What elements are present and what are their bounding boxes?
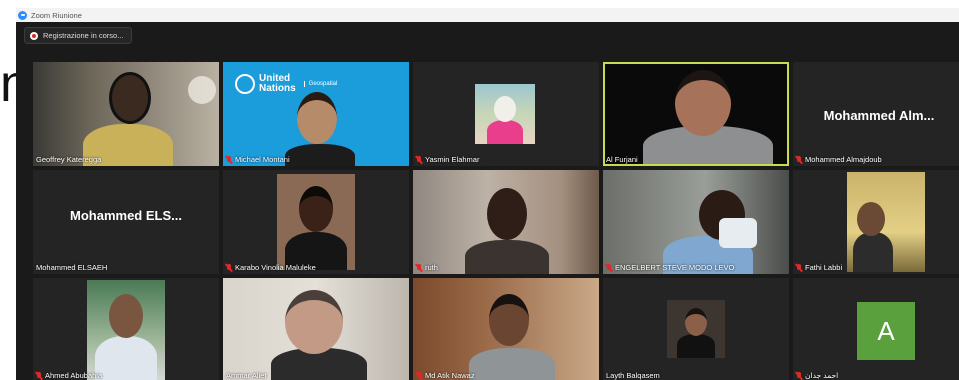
video-feed — [603, 170, 789, 274]
person-head — [109, 72, 151, 124]
participant-label: Layth Balqasem — [606, 371, 660, 380]
zoom-app-icon — [18, 10, 27, 20]
participant-tile-active-speaker[interactable]: Al Furjani — [603, 62, 789, 166]
window-title: Zoom Riunione — [31, 10, 82, 20]
mic-muted-icon — [416, 263, 422, 272]
participant-tile[interactable]: ruth — [413, 170, 599, 274]
video-feed — [847, 172, 925, 272]
participant-label: Fathi Labbi — [796, 263, 842, 272]
person-body — [469, 348, 555, 380]
person-body — [853, 232, 893, 272]
participant-tile[interactable]: Geoffrey Kateregga — [33, 62, 219, 166]
mic-muted-icon — [606, 263, 612, 272]
video-feed — [605, 64, 787, 164]
person-head — [857, 202, 885, 236]
mic-muted-icon — [796, 371, 802, 380]
mic-muted-icon — [226, 263, 232, 272]
video-feed: United Nations Geospatial — [223, 62, 409, 166]
person-head — [297, 92, 337, 144]
participant-tile[interactable]: United Nations Geospatial Michael Montani — [223, 62, 409, 166]
mic-muted-icon — [796, 155, 802, 164]
participant-label: Al Furjani — [606, 155, 638, 164]
participant-label: Geoffrey Kateregga — [36, 155, 102, 164]
title-bar: Zoom Riunione — [16, 8, 959, 22]
video-feed — [413, 278, 599, 380]
un-emblem-icon — [235, 74, 255, 94]
participant-label: Mohammed Almajdoub — [796, 155, 882, 164]
person-body — [465, 240, 549, 274]
participant-label: Ammar Allet — [226, 371, 267, 380]
person-head — [675, 70, 731, 136]
video-feed — [413, 170, 599, 274]
profile-photo — [667, 300, 725, 358]
participant-tile[interactable]: Ahmed Abubahia — [33, 278, 219, 380]
avatar-letter: A — [857, 302, 915, 360]
person-head — [685, 308, 707, 336]
participant-label: Ahmed Abubahia — [36, 371, 102, 380]
participant-label: ruth — [416, 263, 438, 272]
recording-label: Registrazione in corso... — [43, 31, 124, 40]
record-icon — [30, 31, 38, 40]
mic-muted-icon — [796, 263, 802, 272]
person-body — [95, 336, 157, 380]
participant-label: Karabo Vinolia Maluleke — [226, 263, 316, 272]
video-feed — [223, 278, 409, 380]
video-feed — [33, 62, 219, 166]
participant-gallery: Geoffrey Kateregga United Nations Geospat… — [33, 62, 959, 380]
participant-label: Yasmin Elahmar — [416, 155, 479, 164]
person-head — [487, 188, 527, 240]
participant-tile[interactable]: Yasmin Elahmar — [413, 62, 599, 166]
participant-tile[interactable]: Fathi Labbi — [793, 170, 959, 274]
mic-muted-icon — [416, 371, 422, 380]
participant-label: Md Atik Nawaz — [416, 371, 475, 380]
zoom-window: Zoom Riunione Registrazione in corso... … — [16, 8, 959, 380]
mic-muted-icon — [226, 155, 232, 164]
participant-name-display: Mohammed ELS... — [70, 208, 182, 223]
participant-label: ENGELBERT STEVE MODO LEVO — [606, 263, 734, 272]
participant-name-display: Mohammed Alm... — [823, 108, 935, 123]
video-feed — [87, 280, 165, 380]
participant-tile[interactable]: Mohammed ELS... Mohammed ELSAEH — [33, 170, 219, 274]
participant-tile[interactable]: A احمد جدان — [793, 278, 959, 380]
video-feed — [277, 174, 355, 270]
person-head — [494, 96, 516, 122]
person-head — [299, 186, 333, 232]
drinking-cup — [719, 218, 757, 248]
mic-muted-icon — [416, 155, 422, 164]
recording-indicator[interactable]: Registrazione in corso... — [24, 27, 133, 44]
participant-tile[interactable]: ENGELBERT STEVE MODO LEVO — [603, 170, 789, 274]
participant-tile[interactable]: Mohammed Alm... Mohammed Almajdoub — [793, 62, 959, 166]
person-body — [487, 120, 523, 144]
person-head — [489, 294, 529, 346]
lamp-glow — [188, 76, 216, 104]
participant-tile[interactable]: Md Atik Nawaz — [413, 278, 599, 380]
participant-label: احمد جدان — [796, 371, 838, 380]
participant-label: Michael Montani — [226, 155, 290, 164]
person-body — [677, 334, 715, 358]
profile-photo — [475, 84, 535, 144]
person-head — [109, 294, 143, 338]
participant-tile[interactable]: Ammar Allet — [223, 278, 409, 380]
participant-label: Mohammed ELSAEH — [36, 263, 108, 272]
person-head — [285, 290, 343, 354]
participant-tile[interactable]: Karabo Vinolia Maluleke — [223, 170, 409, 274]
person-body — [285, 144, 355, 166]
participant-tile[interactable]: Layth Balqasem — [603, 278, 789, 380]
mic-muted-icon — [36, 371, 42, 380]
un-banner: United Nations Geospatial — [235, 74, 337, 94]
